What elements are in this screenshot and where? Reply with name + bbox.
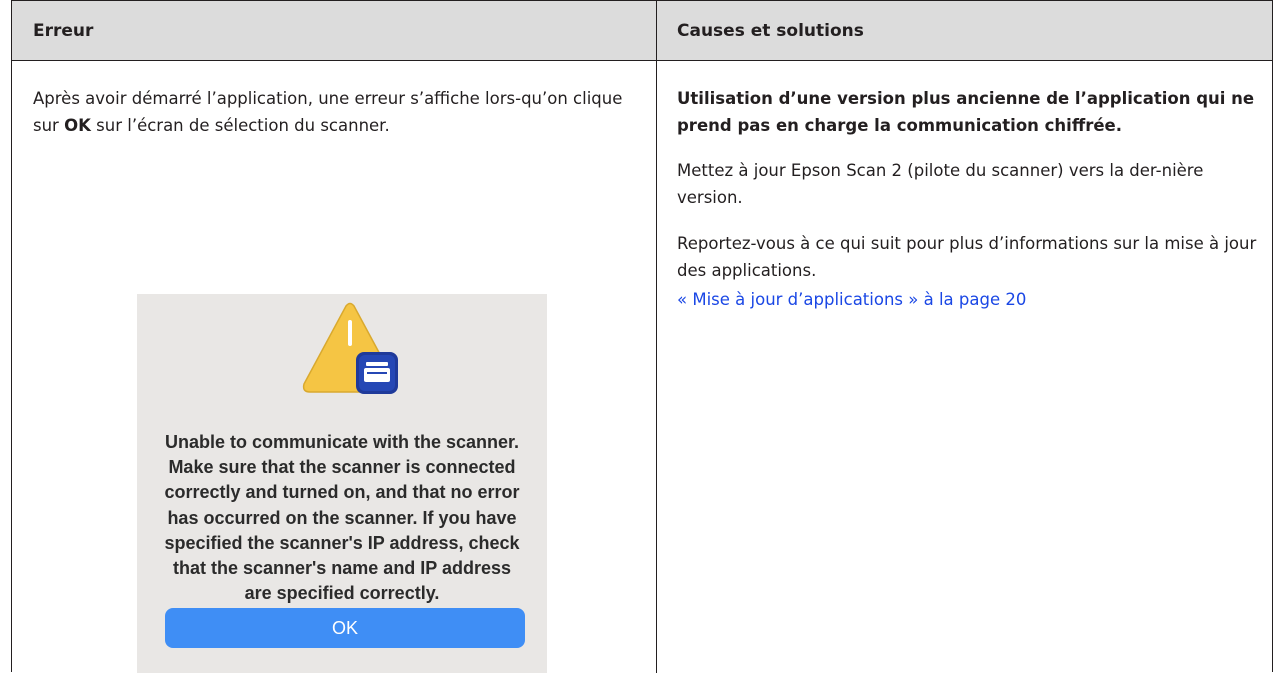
update-apps-link[interactable]: « Mise à jour d’applications » à la page… [677,286,1267,313]
error-table: Erreur Causes et solutions Après avoir d… [11,0,1273,673]
column-divider [656,1,657,673]
solution-paragraph: Mettez à jour Epson Scan 2 (pilote du sc… [677,161,1204,207]
dialog-message: Unable to communicate with the scanner. … [164,432,520,604]
header-error: Erreur [33,21,94,41]
table-header-row: Erreur Causes et solutions [12,1,1272,61]
header-causes: Causes et solutions [677,21,864,41]
error-dialog-screenshot: Unable to communicate with the scanner. … [137,294,547,673]
cause-title: Utilisation d’une version plus ancienne … [677,89,1255,135]
reference-paragraph: Reportez-vous à ce qui suit pour plus d’… [677,234,1257,280]
error-text-bold: OK [64,116,91,135]
error-description: Après avoir démarré l’application, une e… [33,85,633,139]
error-text-after: sur l’écran de sélection du scanner. [90,116,390,135]
ok-button[interactable]: OK [165,608,525,648]
warning-scanner-icon [302,302,398,394]
